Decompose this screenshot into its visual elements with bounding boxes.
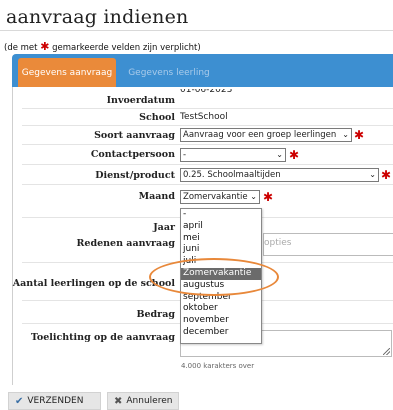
redenen-aanvraag-input[interactable]: opties	[263, 233, 393, 256]
label-bedrag: Bedrag	[136, 309, 175, 320]
row-divider	[22, 108, 393, 109]
tab-gegevens-leerling[interactable]: Gegevens leerling	[124, 58, 214, 87]
label-contactpersoon: Contactpersoon	[90, 149, 175, 160]
verzenden-label: VERZENDEN	[27, 396, 84, 406]
month-option[interactable]: -	[181, 209, 261, 221]
invoerdatum-text: 01-06-2023	[180, 89, 233, 95]
required-star-icon: ✱	[40, 40, 50, 53]
verzenden-button[interactable]: ✔ VERZENDEN	[8, 392, 101, 410]
row-divider	[22, 184, 393, 185]
required-star-icon: ✱	[289, 148, 300, 162]
dienst-product-value: 0.25. Schoolmaaltijden	[183, 170, 281, 180]
label-maand: Maand	[138, 191, 175, 202]
row-divider	[22, 144, 393, 145]
row-divider	[22, 125, 393, 126]
required-star-icon: ✱	[263, 190, 274, 204]
month-option[interactable]: november	[181, 315, 261, 327]
close-icon: ✖	[114, 395, 123, 407]
resize-grip-icon[interactable]	[383, 348, 390, 355]
label-jaar: Jaar	[153, 222, 175, 233]
maand-value: Zomervakantie	[183, 192, 248, 202]
month-option[interactable]: april	[181, 221, 261, 233]
month-option[interactable]: juni	[181, 244, 261, 256]
character-counter: 4.000 karakters over	[181, 362, 255, 370]
contactpersoon-value: -	[183, 150, 187, 160]
page-title: aanvraag indienen	[6, 6, 189, 28]
month-option[interactable]: oktober	[181, 303, 261, 315]
chevron-down-icon: ⌄	[276, 150, 283, 159]
title-divider	[0, 30, 393, 31]
required-note-suffix: gemarkeerde velden zijn verplicht)	[52, 43, 201, 53]
maand-select[interactable]: Zomervakantie ⌄	[180, 190, 260, 204]
chevron-down-icon: ⌄	[369, 170, 376, 179]
soort-aanvraag-value: Aanvraag voor een groep leerlingen	[183, 130, 337, 140]
soort-aanvraag-select[interactable]: Aanvraag voor een groep leerlingen ⌄	[180, 128, 352, 142]
label-invoerdatum: Invoerdatum	[106, 95, 175, 106]
required-note: (de met ✱ gemarkeerde velden zijn verpli…	[4, 40, 201, 53]
chevron-down-icon: ⌄	[250, 192, 257, 201]
required-note-prefix: (de met	[4, 43, 38, 53]
school-value: TestSchool	[180, 112, 228, 122]
annuleren-button[interactable]: ✖ Annuleren	[107, 392, 179, 410]
label-school: School	[139, 112, 175, 123]
month-option[interactable]: december	[181, 327, 261, 339]
label-toelichting: Toelichting op de aanvraag	[30, 332, 175, 343]
dienst-product-select[interactable]: 0.25. Schoolmaaltijden ⌄	[180, 168, 379, 182]
month-option[interactable]: mei	[181, 233, 261, 245]
label-dienst-product: Dienst/product	[95, 170, 175, 181]
tab-gegevens-aanvraag[interactable]: Gegevens aanvraag	[18, 58, 116, 87]
redenen-placeholder: opties	[264, 238, 292, 248]
contactpersoon-select[interactable]: - ⌄	[180, 148, 286, 162]
annuleren-label: Annuleren	[126, 396, 173, 406]
row-divider	[22, 164, 393, 165]
invoerdatum-value: 01-06-2023	[180, 89, 232, 96]
required-star-icon: ✱	[354, 128, 365, 142]
chevron-down-icon: ⌄	[342, 130, 349, 139]
required-star-icon: ✱	[381, 168, 392, 182]
checkmark-icon: ✔	[15, 395, 24, 407]
highlight-ellipse	[149, 258, 279, 296]
label-soort-aanvraag: Soort aanvraag	[94, 130, 175, 141]
label-redenen-aanvraag: Redenen aanvraag	[76, 238, 176, 249]
